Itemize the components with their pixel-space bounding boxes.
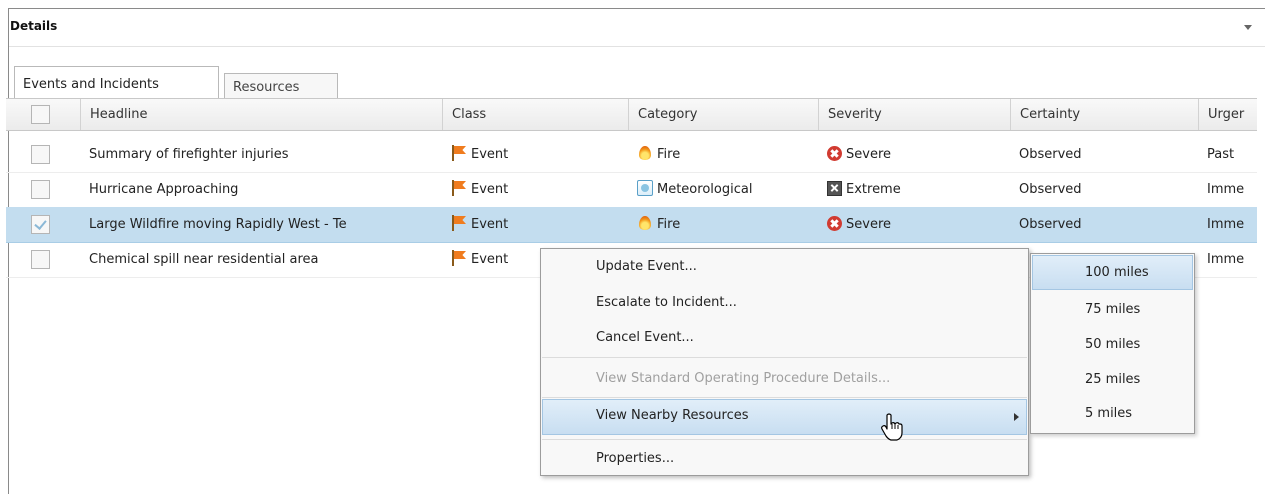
meteorological-icon bbox=[637, 180, 653, 196]
column-header-severity[interactable]: Severity bbox=[818, 99, 1010, 130]
submenu-item-5-miles[interactable]: 5 miles bbox=[1032, 396, 1193, 431]
flag-icon bbox=[451, 145, 467, 161]
cell-urgency: Imme bbox=[1207, 182, 1245, 197]
cell-headline: Chemical spill near residential area bbox=[89, 252, 319, 267]
row-checkbox[interactable] bbox=[31, 215, 50, 234]
severe-icon bbox=[827, 216, 842, 231]
table-row[interactable]: Summary of firefighter injuries Event Fi… bbox=[6, 137, 1257, 173]
cell-headline: Large Wildfire moving Rapidly West - Te bbox=[89, 217, 347, 232]
submenu-item-25-miles[interactable]: 25 miles bbox=[1032, 362, 1193, 397]
menu-separator bbox=[542, 397, 1027, 398]
cell-urgency: Past bbox=[1207, 147, 1235, 162]
grid-header: Headline Class Category Severity Certain… bbox=[6, 98, 1257, 131]
fire-icon bbox=[637, 145, 653, 161]
tab-label: Resources bbox=[233, 80, 300, 95]
cell-severity: Extreme bbox=[818, 172, 1010, 207]
extreme-icon bbox=[827, 181, 842, 196]
menu-item-properties[interactable]: Properties... bbox=[542, 442, 1027, 476]
flag-icon bbox=[451, 250, 467, 266]
nearby-resources-submenu: 100 miles 75 miles 50 miles 25 miles 5 m… bbox=[1030, 253, 1195, 434]
row-checkbox[interactable] bbox=[31, 180, 50, 199]
menu-item-escalate-to-incident[interactable]: Escalate to Incident... bbox=[542, 286, 1027, 320]
table-row[interactable]: Hurricane Approaching Event Meteorologic… bbox=[6, 172, 1257, 208]
flag-icon bbox=[451, 215, 467, 231]
flag-icon bbox=[451, 180, 467, 196]
context-menu: Update Event... Escalate to Incident... … bbox=[540, 248, 1029, 476]
tab-label: Events and Incidents bbox=[23, 77, 159, 92]
submenu-item-100-miles[interactable]: 100 miles bbox=[1032, 255, 1193, 290]
severe-icon bbox=[827, 146, 842, 161]
cell-headline: Hurricane Approaching bbox=[89, 182, 239, 197]
panel-title: Details bbox=[10, 19, 58, 33]
column-header-urgency[interactable]: Urger bbox=[1198, 99, 1257, 130]
submenu-arrow-icon bbox=[1014, 413, 1019, 421]
cell-category: Fire bbox=[628, 207, 818, 242]
tab-resources[interactable]: Resources bbox=[224, 73, 338, 98]
cell-certainty: Observed bbox=[1019, 217, 1082, 232]
cell-severity: Severe bbox=[818, 207, 1010, 242]
menu-item-cancel-event[interactable]: Cancel Event... bbox=[542, 321, 1027, 355]
column-header-class[interactable]: Class bbox=[442, 99, 628, 130]
cell-certainty: Observed bbox=[1019, 182, 1082, 197]
cell-category: Meteorological bbox=[628, 172, 818, 207]
menu-separator bbox=[542, 357, 1027, 358]
column-header-category[interactable]: Category bbox=[628, 99, 818, 130]
details-panel-header: Details bbox=[9, 9, 1265, 47]
table-row-selected[interactable]: Large Wildfire moving Rapidly West - Te … bbox=[6, 207, 1257, 243]
menu-item-view-nearby-resources[interactable]: View Nearby Resources bbox=[542, 399, 1027, 435]
submenu-item-75-miles[interactable]: 75 miles bbox=[1032, 292, 1193, 327]
column-header-headline[interactable]: Headline bbox=[80, 99, 442, 130]
cell-urgency: Imme bbox=[1207, 252, 1245, 267]
select-all-checkbox[interactable] bbox=[31, 105, 50, 124]
cell-category: Fire bbox=[628, 137, 818, 172]
menu-item-view-sop-details: View Standard Operating Procedure Detail… bbox=[596, 371, 891, 386]
fire-icon bbox=[637, 215, 653, 231]
cell-class: Event bbox=[442, 207, 628, 242]
cell-urgency: Imme bbox=[1207, 217, 1245, 232]
submenu-item-50-miles[interactable]: 50 miles bbox=[1032, 327, 1193, 362]
cell-class: Event bbox=[442, 137, 628, 172]
tab-events-and-incidents[interactable]: Events and Incidents bbox=[14, 66, 219, 98]
cell-certainty: Observed bbox=[1019, 147, 1082, 162]
menu-separator bbox=[542, 439, 1027, 440]
menu-item-update-event[interactable]: Update Event... bbox=[542, 250, 1027, 284]
cell-severity: Severe bbox=[818, 137, 1010, 172]
cell-headline: Summary of firefighter injuries bbox=[89, 147, 289, 162]
row-checkbox[interactable] bbox=[31, 250, 50, 269]
cell-class: Event bbox=[442, 172, 628, 207]
column-header-certainty[interactable]: Certainty bbox=[1010, 99, 1198, 130]
chevron-down-icon[interactable] bbox=[1244, 25, 1252, 30]
row-checkbox[interactable] bbox=[31, 145, 50, 164]
hand-cursor-icon bbox=[881, 413, 903, 441]
